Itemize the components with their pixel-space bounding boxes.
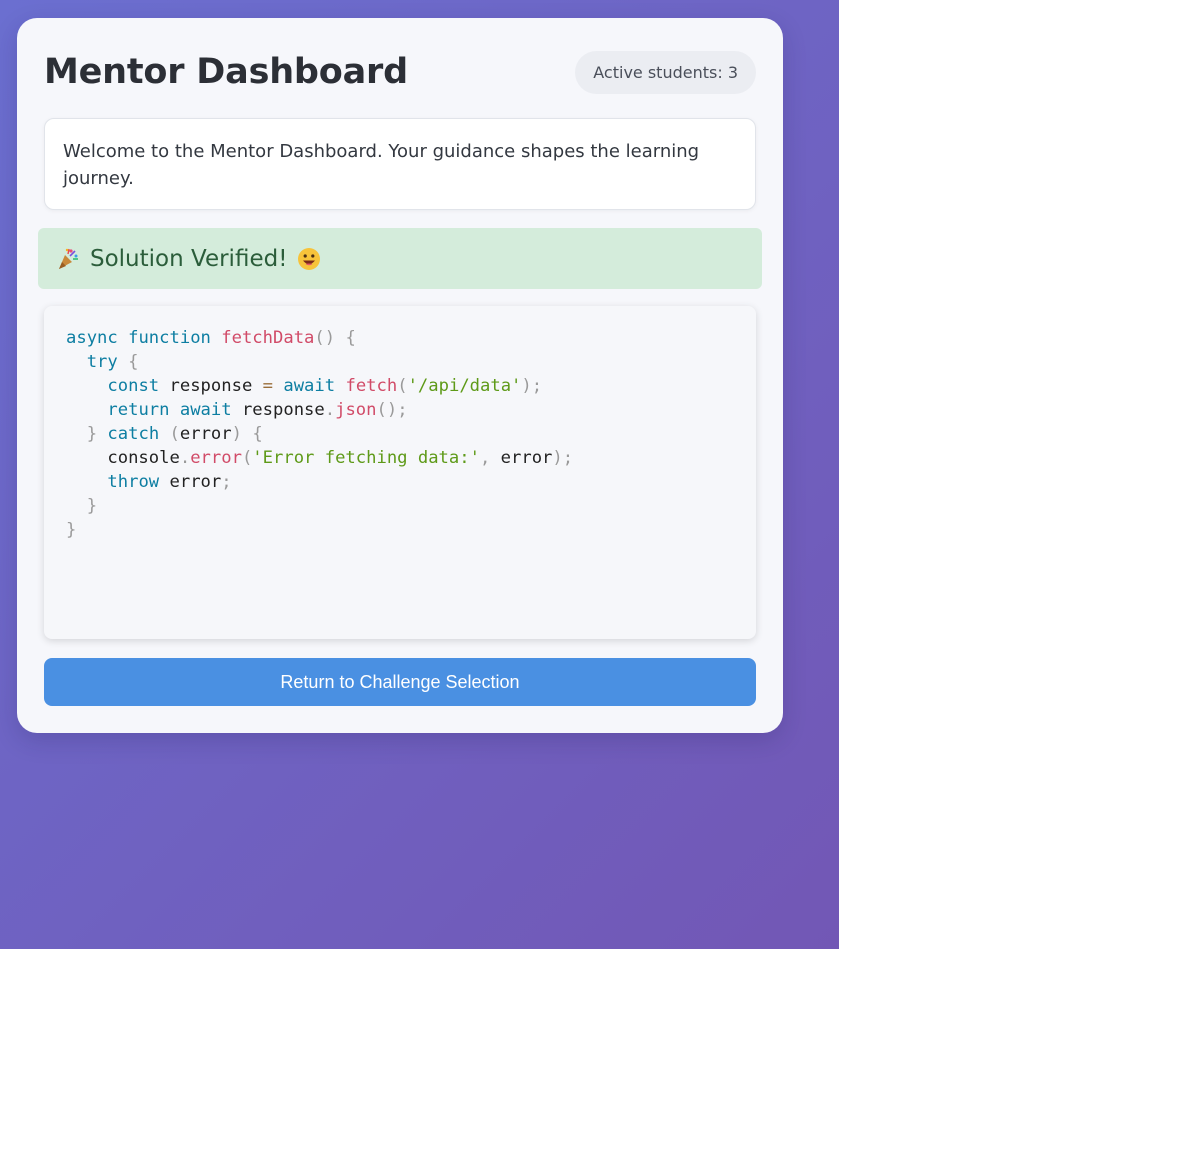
dashboard-card: Mentor Dashboard Active students: 3 Welc… bbox=[17, 18, 783, 733]
grinning-face-icon bbox=[297, 247, 321, 271]
return-to-challenges-button[interactable]: Return to Challenge Selection bbox=[44, 658, 756, 706]
code-content: async function fetchData() { try { const… bbox=[66, 328, 574, 540]
welcome-message: Welcome to the Mentor Dashboard. Your gu… bbox=[44, 118, 756, 210]
success-banner: Solution Verified! bbox=[38, 228, 762, 289]
code-block: async function fetchData() { try { const… bbox=[44, 306, 756, 639]
party-popper-icon bbox=[56, 247, 80, 271]
success-message: Solution Verified! bbox=[90, 245, 288, 272]
page-title: Mentor Dashboard bbox=[44, 52, 408, 92]
active-students-badge: Active students: 3 bbox=[575, 51, 756, 94]
welcome-text: Welcome to the Mentor Dashboard. Your gu… bbox=[63, 141, 700, 189]
